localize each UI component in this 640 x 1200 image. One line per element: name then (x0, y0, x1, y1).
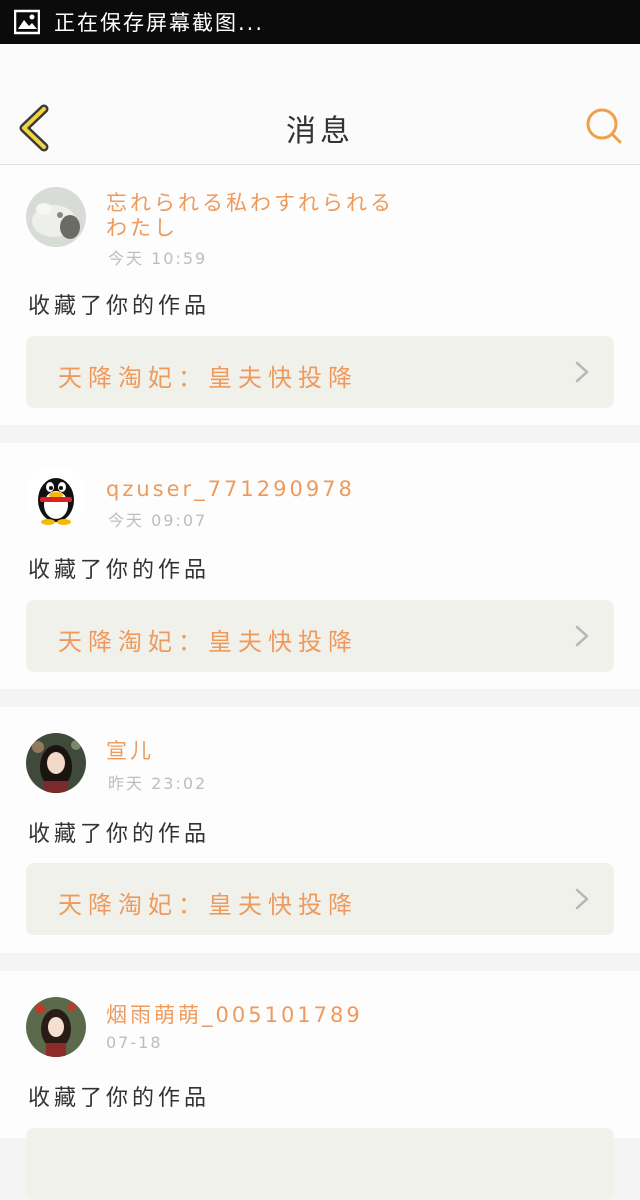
avatar[interactable] (26, 187, 86, 247)
avatar[interactable] (26, 733, 86, 793)
timestamp: 今天 10:59 (108, 249, 208, 268)
list-item[interactable]: 忘れられる私わすれられるわたし 今天 10:59 收藏了你的作品 天降淘妃：皇夫… (0, 165, 640, 425)
girl-avatar-icon (26, 733, 86, 793)
work-card[interactable] (26, 1128, 614, 1200)
work-title: 天降淘妃：皇夫快投降 (58, 891, 358, 919)
timestamp: 07-18 (106, 1033, 163, 1052)
work-card[interactable]: 天降淘妃：皇夫快投降 (26, 600, 614, 672)
username[interactable]: 忘れられる私わすれられるわたし (106, 191, 406, 241)
action-text: 收藏了你的作品 (28, 1086, 211, 1111)
page-title: 消息 (286, 114, 354, 149)
image-icon (14, 9, 40, 35)
username[interactable]: 烟雨萌萌_005101789 (106, 1003, 446, 1028)
cat-avatar-icon (26, 187, 86, 247)
search-icon[interactable] (584, 106, 624, 146)
avatar[interactable] (26, 467, 86, 527)
chevron-right-icon (575, 625, 589, 647)
work-title: 天降淘妃：皇夫快投降 (58, 364, 358, 392)
username[interactable]: 宣儿 (106, 739, 406, 764)
action-text: 收藏了你的作品 (28, 558, 211, 583)
work-title: 天降淘妃：皇夫快投降 (58, 628, 358, 656)
chevron-right-icon (575, 361, 589, 383)
nav-bar: 消息 (0, 44, 640, 165)
timestamp: 今天 09:07 (108, 511, 208, 530)
action-text: 收藏了你的作品 (28, 294, 211, 319)
list-item[interactable]: qzuser_771290978 今天 09:07 收藏了你的作品 天降淘妃：皇… (0, 443, 640, 689)
work-card[interactable]: 天降淘妃：皇夫快投降 (26, 863, 614, 935)
action-text: 收藏了你的作品 (28, 822, 211, 847)
avatar[interactable] (26, 997, 86, 1057)
timestamp: 昨天 23:02 (108, 774, 208, 793)
status-text: 正在保存屏幕截图... (54, 11, 265, 35)
list-item[interactable]: 烟雨萌萌_005101789 07-18 收藏了你的作品 (0, 971, 640, 1200)
anime-girl-avatar-icon (26, 997, 86, 1057)
username[interactable]: qzuser_771290978 (106, 477, 406, 502)
list-item[interactable]: 宣儿 昨天 23:02 收藏了你的作品 天降淘妃：皇夫快投降 (0, 707, 640, 953)
work-card[interactable]: 天降淘妃：皇夫快投降 (26, 336, 614, 408)
status-bar: 正在保存屏幕截图... (0, 0, 640, 44)
chevron-right-icon (575, 888, 589, 910)
qq-penguin-avatar-icon (26, 467, 86, 527)
